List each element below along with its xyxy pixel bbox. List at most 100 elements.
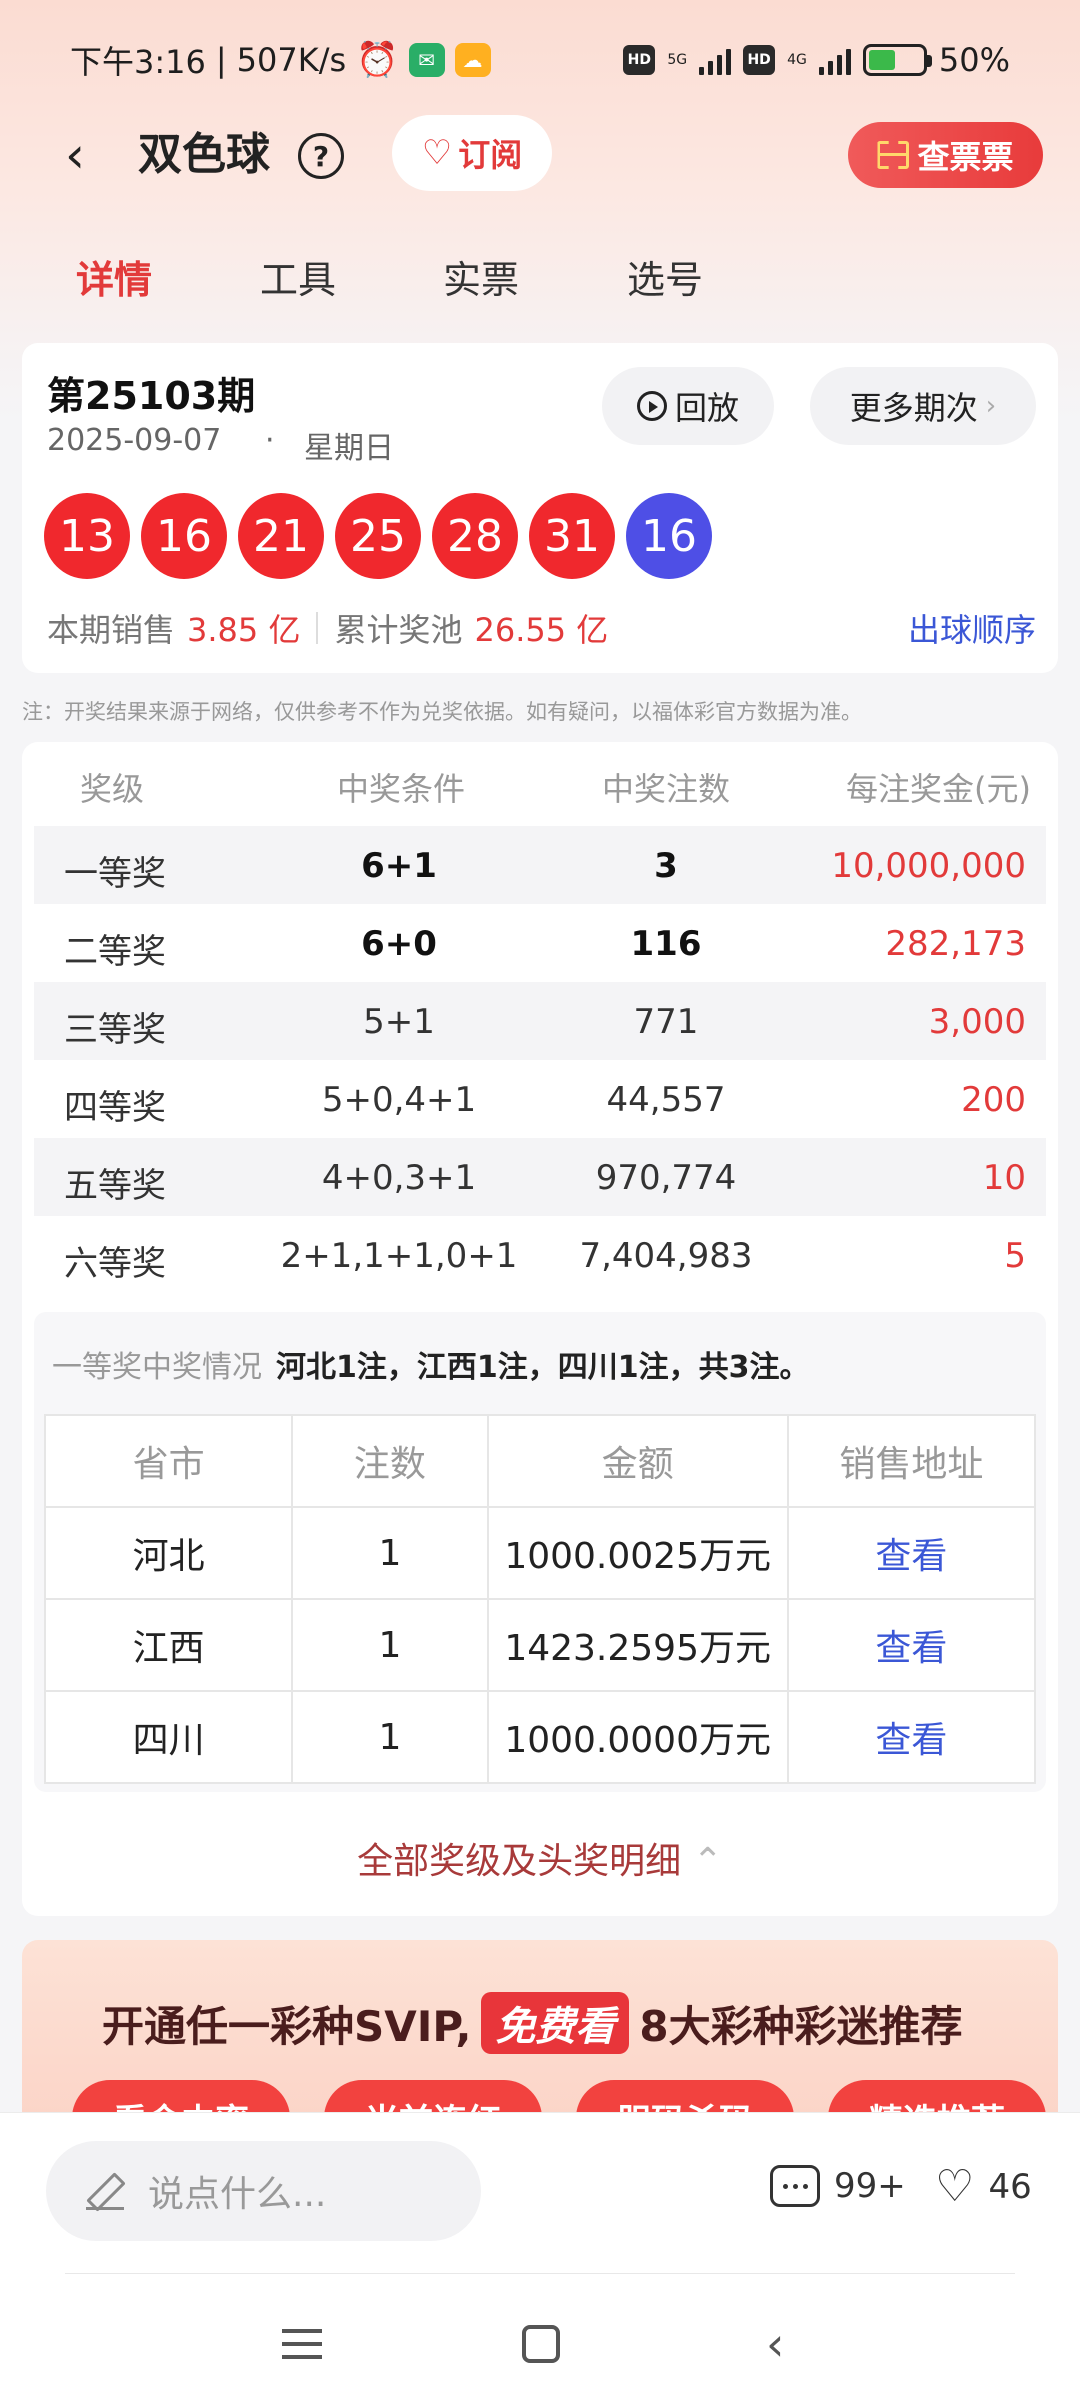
system-nav-bar: ‹	[0, 2283, 1080, 2393]
view-address-link[interactable]: 查看	[786, 1598, 1037, 1692]
winner-amount: 1000.0025万元	[486, 1506, 789, 1600]
chevron-right-icon: ›	[985, 391, 997, 421]
replay-button[interactable]: 回放	[602, 367, 774, 445]
draw-order-link[interactable]: 出球顺序	[908, 605, 1036, 651]
prize-count: 970,774	[595, 1158, 737, 1198]
prize-level: 四等奖	[64, 1088, 166, 1128]
prize-count: 771	[633, 1002, 699, 1042]
prize-table-body: 一等奖 6+1 3 10,000,000 二等奖 6+0 116 282,173…	[34, 826, 1046, 1294]
comments-button[interactable]: 99+	[770, 2165, 906, 2207]
back-button[interactable]: ‹	[50, 125, 100, 185]
table-row: 二等奖 6+0 116 282,173	[34, 904, 1046, 982]
header-address: 销售地址	[786, 1414, 1037, 1508]
table-row: 五等奖 4+0,3+1 970,774 10	[34, 1138, 1046, 1216]
free-badge: 免费看	[481, 1992, 630, 2054]
subscribe-button[interactable]: ♡ 订阅	[392, 115, 552, 191]
check-ticket-button[interactable]: 查票票	[848, 122, 1043, 188]
prize-level: 二等奖	[64, 932, 166, 972]
prize-condition: 5+1	[363, 1002, 435, 1042]
hd-icon: HD	[623, 45, 656, 75]
battery-icon	[862, 44, 932, 76]
network-4g-label: 4G	[787, 52, 807, 68]
chevron-left-icon: ‹	[65, 126, 85, 184]
prize-amount: 200	[961, 1080, 1026, 1120]
header-amount: 金额	[486, 1414, 789, 1508]
wechat-icon: ✉	[408, 43, 445, 77]
app-header: ‹ 双色球 ? ♡ 订阅 查票票	[0, 115, 1080, 195]
divider	[316, 612, 319, 644]
winners-summary: 一等奖中奖情况 河北1注，江西1注，四川1注，共3注。	[52, 1342, 810, 1386]
prize-level: 六等奖	[64, 1244, 166, 1284]
like-count: 46	[988, 2167, 1032, 2207]
tab-bar: 详情 工具 实票 选号	[0, 250, 1080, 320]
network-5g-label: 5G	[667, 52, 688, 68]
issue-number: 第25103期	[47, 374, 256, 418]
battery-percent: 50%	[938, 41, 1010, 79]
date-separator: ·	[265, 423, 275, 458]
signal-icon	[699, 45, 732, 75]
prize-amount: 5	[1004, 1236, 1026, 1276]
heart-icon: ♡	[935, 2161, 975, 2212]
help-icon[interactable]: ?	[298, 133, 344, 179]
prize-count: 44,557	[606, 1080, 726, 1120]
winners-table: 省市 注数 金额 销售地址 河北 1 1000.0025万元 查看 江西 1 1…	[43, 1414, 1037, 1784]
draw-date: 2025-09-07	[47, 423, 222, 458]
prize-count: 7,404,983	[579, 1236, 753, 1276]
prize-level: 一等奖	[64, 854, 166, 894]
prize-table-header: 奖级 中奖条件 中奖注数 每注奖金(元)	[22, 764, 1058, 824]
back-icon[interactable]: ‹	[766, 2321, 784, 2367]
red-ball: 13	[44, 493, 130, 579]
banner-title-pre: 开通任一彩种SVIP,	[102, 2001, 472, 2051]
comment-count: 99+	[834, 2166, 906, 2206]
winner-count: 1	[291, 1690, 489, 1784]
prize-amount: 10	[982, 1158, 1026, 1198]
status-time: 下午3:16	[70, 43, 206, 81]
tab-real-tickets[interactable]: 实票	[443, 250, 519, 310]
tab-details[interactable]: 详情	[76, 250, 152, 310]
red-ball: 31	[529, 493, 615, 579]
winner-count: 1	[291, 1598, 489, 1692]
alarm-icon: ⏰	[356, 40, 399, 80]
tab-pick-numbers[interactable]: 选号	[627, 250, 703, 310]
table-row: 三等奖 5+1 771 3,000	[34, 982, 1046, 1060]
pool-label: 累计奖池	[334, 611, 463, 649]
prize-condition: 4+0,3+1	[321, 1158, 477, 1198]
more-issues-button[interactable]: 更多期次 ›	[810, 367, 1036, 445]
svip-promo-banner[interactable]: 开通任一彩种SVIP, 免费看 8大彩种彩迷推荐 看命中率 当前连红 胆码杀码 …	[22, 1940, 1058, 2140]
table-row: 一等奖 6+1 3 10,000,000	[34, 826, 1046, 904]
banner-title: 开通任一彩种SVIP, 免费看 8大彩种彩迷推荐	[102, 1992, 963, 2054]
prize-count: 3	[654, 846, 678, 886]
banner-title-post: 8大彩种彩迷推荐	[639, 2001, 963, 2051]
prize-card: 奖级 中奖条件 中奖注数 每注奖金(元) 一等奖 6+1 3 10,000,00…	[22, 742, 1058, 1916]
table-row: 江西 1 1423.2595万元 查看	[43, 1598, 1037, 1692]
replay-icon	[636, 391, 667, 421]
winning-balls: 13 16 21 25 28 31 16	[44, 493, 712, 579]
prize-count: 116	[630, 924, 702, 964]
winner-province: 河北	[43, 1506, 294, 1600]
prize-amount: 10,000,000	[831, 846, 1026, 886]
home-icon[interactable]	[522, 2325, 560, 2363]
table-row: 六等奖 2+1,1+1,0+1 7,404,983 5	[34, 1216, 1046, 1294]
subscribe-label: 订阅	[458, 136, 523, 174]
chevron-up-icon: ⌃	[692, 1841, 723, 1882]
comment-input[interactable]: 说点什么...	[46, 2141, 481, 2241]
table-row: 河北 1 1000.0025万元 查看	[43, 1506, 1037, 1600]
like-button[interactable]: ♡ 46	[935, 2165, 1032, 2209]
all-prizes-toggle[interactable]: 全部奖级及头奖明细 ⌃	[22, 1832, 1058, 1884]
header-prize: 每注奖金(元)	[846, 770, 1031, 808]
winner-amount: 1000.0000万元	[486, 1690, 789, 1784]
view-address-link[interactable]: 查看	[786, 1690, 1037, 1784]
tab-tools[interactable]: 工具	[260, 250, 336, 310]
view-address-link[interactable]: 查看	[786, 1506, 1037, 1600]
table-row: 四川 1 1000.0000万元 查看	[43, 1690, 1037, 1784]
prize-condition: 6+0	[361, 924, 437, 964]
menu-icon[interactable]	[282, 2329, 322, 2359]
header-condition: 中奖条件	[337, 770, 466, 808]
prize-level: 三等奖	[64, 1010, 166, 1050]
pool-value: 26.55 亿	[474, 611, 609, 649]
weather-icon: ☁	[454, 43, 491, 77]
heart-plus-icon: ♡	[421, 133, 453, 173]
pencil-icon	[86, 2172, 124, 2210]
more-issues-label: 更多期次	[849, 389, 978, 427]
bottom-bar: 说点什么... 99+ ♡ 46 ‹	[0, 2112, 1080, 2400]
